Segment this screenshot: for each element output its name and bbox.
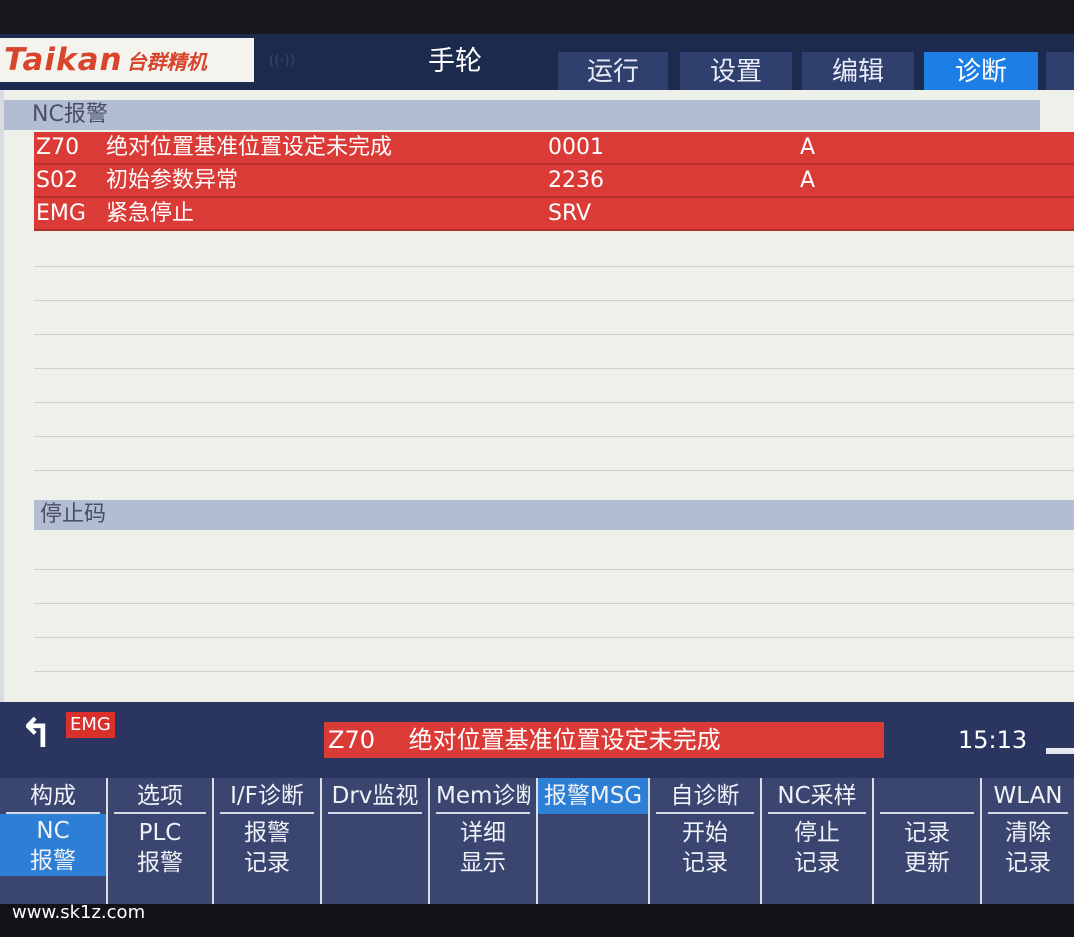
softkey-bottom-label	[322, 814, 428, 818]
brand-logo: Taikan 台群精机	[0, 38, 254, 82]
softkey-bottom-label	[538, 814, 648, 818]
alarm-empty-rows	[34, 233, 1074, 495]
diagnosis-panel: NC报警 Z70 绝对位置基准位置设定未完成 0001 A S02 初始参数异常…	[4, 90, 1074, 702]
softkey-if-diagnosis[interactable]: I/F诊断 报警 记录	[214, 778, 322, 904]
tab-edit[interactable]: 编辑	[802, 52, 914, 92]
alarm-number: SRV	[548, 201, 592, 226]
alarm-message: 绝对位置基准位置设定未完成	[106, 135, 393, 160]
softkey-line: 停止	[794, 820, 840, 846]
current-alarm-code: Z70	[328, 726, 375, 754]
softkey-wlan[interactable]: WLAN 清除 记录	[982, 778, 1074, 904]
cnc-screen: Taikan 台群精机 ((·)) 手轮 运行 设置 编辑 诊断 NC报警 Z7…	[0, 34, 1074, 904]
softkey-line: 清除	[1005, 820, 1051, 846]
return-arrow-icon[interactable]: ↰	[14, 712, 58, 756]
softkey-top-label: 报警MSG	[538, 778, 648, 814]
operation-mode: 手轮	[428, 46, 482, 77]
current-alarm-banner: Z70 绝对位置基准位置设定未完成	[324, 722, 884, 758]
alarm-axis: A	[800, 135, 816, 160]
tab-diagnosis[interactable]: 诊断	[924, 52, 1038, 92]
softkey-bar: 构成 NC 报警 选项 PLC 报警 I/F诊断 报警 记录 Drv监视 Mem…	[0, 778, 1074, 904]
alarm-message: 初始参数异常	[106, 168, 239, 193]
alarm-code: EMG	[36, 201, 86, 226]
softkey-bottom-label: NC 报警	[0, 814, 106, 876]
alarm-number: 0001	[548, 135, 604, 160]
softkey-bottom-label: 停止 记录	[762, 814, 872, 878]
alarm-number: 2236	[548, 168, 604, 193]
softkey-top-label: 构成	[6, 778, 100, 814]
alarm-row[interactable]: S02 初始参数异常 2236 A	[34, 165, 1074, 198]
softkey-mem-diagnosis[interactable]: Mem诊断 详细 显示	[430, 778, 538, 904]
softkey-option[interactable]: 选项 PLC 报警	[108, 778, 214, 904]
alarm-row[interactable]: Z70 绝对位置基准位置设定未完成 0001 A	[34, 132, 1074, 165]
softkey-top-label: 自诊断	[656, 778, 754, 814]
stop-code-heading: 停止码	[34, 500, 1074, 530]
softkey-config[interactable]: 构成 NC 报警	[0, 778, 108, 904]
softkey-drv-monitor[interactable]: Drv监视	[322, 778, 430, 904]
softkey-line: 报警	[137, 850, 183, 876]
nc-alarm-heading: NC报警	[4, 100, 1040, 130]
softkey-bottom-label: 清除 记录	[982, 814, 1074, 878]
softkey-bottom-label: 报警 记录	[214, 814, 320, 878]
clock: 15:13	[958, 726, 1028, 754]
softkey-line: 记录	[904, 820, 950, 846]
menu-dash-icon	[1046, 748, 1074, 754]
softkey-line: 更新	[904, 850, 950, 876]
softkey-line: 记录	[244, 850, 290, 876]
softkey-bottom-label: 详细 显示	[430, 814, 536, 878]
monitor-bezel-bottom	[0, 904, 1074, 937]
softkey-line: 记录	[682, 850, 728, 876]
softkey-bottom-label: PLC 报警	[108, 814, 212, 878]
wireless-icon: ((·))	[268, 53, 296, 69]
softkey-nc-sampling[interactable]: NC采样 停止 记录	[762, 778, 874, 904]
status-bar: ↰ EMG Z70 绝对位置基准位置设定未完成 15:13	[0, 702, 1074, 782]
softkey-line: 报警	[244, 820, 290, 846]
watermark: www.sk1z.com	[12, 902, 146, 923]
softkey-top-label: Drv监视	[328, 778, 422, 814]
logo-chinese: 台群精机	[126, 49, 207, 74]
softkey-bottom-label: 开始 记录	[650, 814, 760, 878]
logo-wordmark: Taikan	[4, 42, 123, 78]
monitor-bezel-top	[0, 0, 1074, 38]
softkey-alarm-msg[interactable]: 报警MSG	[538, 778, 650, 904]
tab-run[interactable]: 运行	[558, 52, 668, 92]
header-bar: Taikan 台群精机 ((·)) 手轮 运行 设置 编辑 诊断	[0, 34, 1074, 92]
alarm-axis: A	[800, 168, 816, 193]
softkey-top-label: I/F诊断	[220, 778, 314, 814]
softkey-line: 记录	[794, 850, 840, 876]
softkey-line: 报警	[30, 848, 76, 874]
softkey-bottom-label: 记录 更新	[874, 814, 980, 878]
softkey-line: 开始	[682, 820, 728, 846]
alarm-message: 紧急停止	[106, 201, 195, 226]
softkey-line: 显示	[460, 850, 506, 876]
emg-badge: EMG	[66, 712, 115, 738]
alarm-code: S02	[36, 168, 78, 193]
softkey-record-update[interactable]: 记录 更新	[874, 778, 982, 904]
tab-more[interactable]	[1046, 52, 1074, 92]
softkey-line: NC	[36, 818, 70, 844]
softkey-line: 记录	[1005, 850, 1051, 876]
tab-setup[interactable]: 设置	[680, 52, 792, 92]
softkey-top-label	[880, 778, 974, 814]
softkey-top-label: WLAN	[988, 778, 1068, 814]
softkey-top-label: 选项	[114, 778, 206, 814]
nc-alarm-list: Z70 绝对位置基准位置设定未完成 0001 A S02 初始参数异常 2236…	[34, 132, 1074, 231]
current-alarm-message: 绝对位置基准位置设定未完成	[408, 726, 721, 754]
softkey-line: PLC	[138, 820, 182, 846]
softkey-line: 详细	[460, 820, 506, 846]
stop-code-rows	[34, 536, 1074, 702]
alarm-row[interactable]: EMG 紧急停止 SRV	[34, 198, 1074, 231]
softkey-self-diagnosis[interactable]: 自诊断 开始 记录	[650, 778, 762, 904]
softkey-top-label: NC采样	[768, 778, 866, 814]
alarm-code: Z70	[36, 135, 80, 160]
softkey-top-label: Mem诊断	[436, 778, 530, 814]
